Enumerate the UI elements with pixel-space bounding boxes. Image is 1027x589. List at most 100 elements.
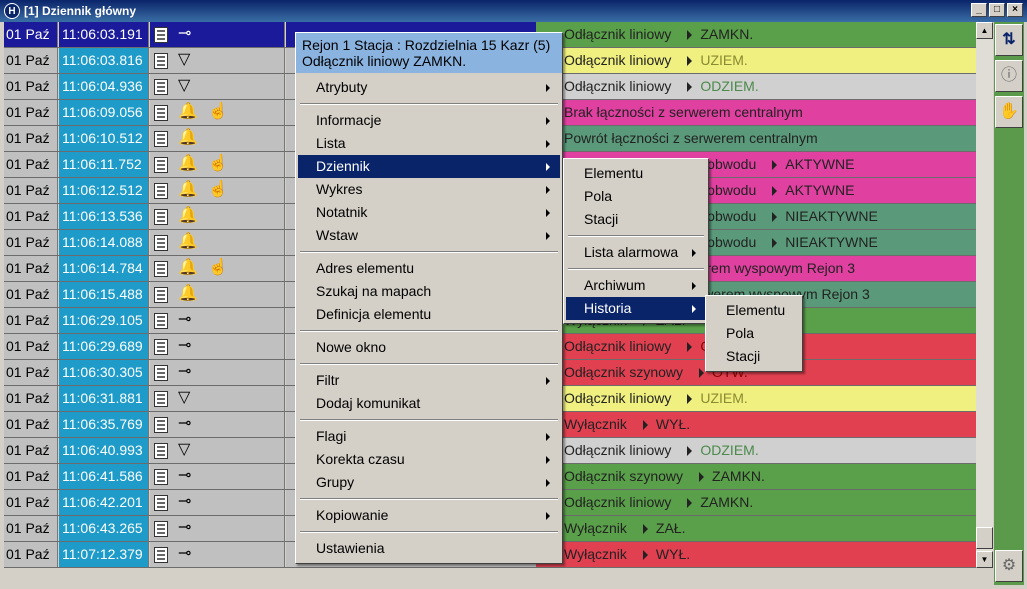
document-icon[interactable] bbox=[154, 27, 168, 43]
menu-item[interactable]: Notatnik bbox=[298, 201, 560, 224]
menu-item[interactable]: Lista bbox=[298, 132, 560, 155]
state-arrow-icon bbox=[772, 186, 778, 197]
hand-icon: ☝ bbox=[208, 259, 228, 276]
menu-item[interactable]: Filtr bbox=[298, 369, 560, 392]
document-icon[interactable] bbox=[154, 339, 168, 355]
settings-icon[interactable]: ⚙ bbox=[995, 550, 1023, 582]
document-icon[interactable] bbox=[154, 105, 168, 121]
time-cell: 11:06:03.191 bbox=[59, 22, 149, 47]
info-icon[interactable]: ⓘ bbox=[995, 60, 1023, 92]
menu-item[interactable]: Grupy bbox=[298, 471, 560, 494]
icons-cell: ⊸ bbox=[150, 490, 285, 515]
element-symbol-icon: ⊸ bbox=[178, 519, 192, 536]
document-icon[interactable] bbox=[154, 235, 168, 251]
menu-item[interactable]: Kopiowanie bbox=[298, 504, 560, 527]
element-symbol-icon: 🔔 bbox=[178, 181, 198, 198]
document-icon[interactable] bbox=[154, 313, 168, 329]
date-cell: 01 Paź bbox=[4, 126, 58, 151]
menu-item[interactable]: Korekta czasu bbox=[298, 448, 560, 471]
document-icon[interactable] bbox=[154, 157, 168, 173]
date-cell: 01 Paź bbox=[4, 282, 58, 307]
document-icon[interactable] bbox=[154, 495, 168, 511]
sort-icon[interactable]: ⇅ bbox=[995, 24, 1023, 56]
document-icon[interactable] bbox=[154, 469, 168, 485]
title-bar[interactable]: H [1] Dziennik główny _ □ × bbox=[0, 0, 1027, 22]
time-cell: 11:06:29.105 bbox=[59, 308, 149, 333]
menu-item[interactable]: Pola bbox=[566, 185, 706, 208]
icons-cell: 🔔 ☝ bbox=[150, 178, 285, 203]
close-button[interactable]: × bbox=[1007, 3, 1023, 17]
state-text: ZAMKN. bbox=[700, 494, 754, 510]
menu-item[interactable]: Flagi bbox=[298, 425, 560, 448]
document-icon[interactable] bbox=[154, 131, 168, 147]
menu-separator bbox=[300, 251, 558, 253]
document-icon[interactable] bbox=[154, 183, 168, 199]
element-symbol-icon: ▽ bbox=[178, 51, 191, 68]
time-cell: 11:06:11.752 bbox=[59, 152, 149, 177]
document-icon[interactable] bbox=[154, 547, 168, 563]
menu-item[interactable]: Archiwum bbox=[566, 274, 706, 297]
document-icon[interactable] bbox=[154, 53, 168, 69]
document-icon[interactable] bbox=[154, 79, 168, 95]
menu-item[interactable]: Ustawienia bbox=[298, 537, 560, 560]
icons-cell: ⊸ bbox=[150, 412, 285, 437]
menu-item[interactable]: Atrybuty bbox=[298, 76, 560, 99]
document-icon[interactable] bbox=[154, 417, 168, 433]
description-cell: Wyłącznik ZAŁ. bbox=[536, 516, 976, 541]
submenu-dziennik: Elementu Pola Stacji Lista alarmowa Archiwum… bbox=[563, 158, 709, 324]
element-symbol-icon: ▽ bbox=[178, 77, 191, 94]
time-cell: 11:06:14.784 bbox=[59, 256, 149, 281]
vertical-scrollbar[interactable]: ▲ ▼ bbox=[976, 22, 993, 568]
element-symbol-icon: 🔔 bbox=[178, 285, 198, 302]
scroll-thumb[interactable] bbox=[976, 527, 993, 549]
minimize-button[interactable]: _ bbox=[971, 3, 987, 17]
menu-item[interactable]: Dodaj komunikat bbox=[298, 392, 560, 415]
ack-alarm-icon[interactable]: ✋ bbox=[995, 96, 1023, 128]
right-toolbar: ⇅ ⓘ ✋ ⚙ bbox=[994, 22, 1024, 585]
state-arrow-icon bbox=[687, 82, 693, 93]
description-cell: Powrót łączności z serwerem centralnym bbox=[536, 126, 976, 151]
document-icon[interactable] bbox=[154, 521, 168, 537]
state-text: WYŁ. bbox=[655, 546, 691, 562]
menu-item[interactable]: Lista alarmowa bbox=[566, 241, 706, 264]
menu-separator bbox=[568, 235, 704, 237]
document-icon[interactable] bbox=[154, 261, 168, 277]
state-arrow-icon bbox=[642, 420, 648, 431]
description-cell: Odłącznik szynowy ZAMKN. bbox=[536, 464, 976, 489]
menu-item[interactable]: Pola bbox=[708, 322, 800, 345]
document-icon[interactable] bbox=[154, 209, 168, 225]
menu-item[interactable]: Informacje bbox=[298, 109, 560, 132]
document-icon[interactable] bbox=[154, 443, 168, 459]
state-text: NIEAKTYWNE bbox=[785, 208, 878, 224]
menu-item[interactable]: Wykres bbox=[298, 178, 560, 201]
menu-item[interactable]: Stacji bbox=[708, 345, 800, 368]
scroll-up-icon[interactable]: ▲ bbox=[976, 22, 993, 39]
maximize-button[interactable]: □ bbox=[989, 3, 1005, 17]
menu-item[interactable]: Szukaj na mapach bbox=[298, 280, 560, 303]
menu-item[interactable]: Wstaw bbox=[298, 224, 560, 247]
menu-item[interactable]: Nowe okno bbox=[298, 336, 560, 359]
document-icon[interactable] bbox=[154, 391, 168, 407]
state-arrow-icon bbox=[687, 56, 693, 67]
menu-separator bbox=[300, 330, 558, 332]
document-icon[interactable] bbox=[154, 287, 168, 303]
element-symbol-icon: ⊸ bbox=[178, 493, 192, 510]
date-cell: 01 Paź bbox=[4, 100, 58, 125]
scroll-down-icon[interactable]: ▼ bbox=[976, 551, 993, 568]
icons-cell: 🔔 ☝ bbox=[150, 256, 285, 281]
menu-item[interactable]: Adres elementu bbox=[298, 257, 560, 280]
time-cell: 11:06:35.769 bbox=[59, 412, 149, 437]
time-cell: 11:06:42.201 bbox=[59, 490, 149, 515]
menu-item[interactable]: Stacji bbox=[566, 208, 706, 231]
state-arrow-icon bbox=[642, 524, 648, 535]
menu-item[interactable]: Definicja elementu bbox=[298, 303, 560, 326]
document-icon[interactable] bbox=[154, 365, 168, 381]
menu-item[interactable]: Dziennik bbox=[298, 155, 560, 178]
state-arrow-icon bbox=[687, 446, 693, 457]
horizontal-scrollbar[interactable] bbox=[4, 568, 993, 585]
menu-item[interactable]: Elementu bbox=[708, 299, 800, 322]
state-text: UZIEM. bbox=[700, 390, 748, 406]
menu-item[interactable]: Elementu bbox=[566, 162, 706, 185]
description-text: Odłącznik liniowy bbox=[564, 52, 672, 68]
menu-item[interactable]: Historia bbox=[566, 297, 706, 320]
